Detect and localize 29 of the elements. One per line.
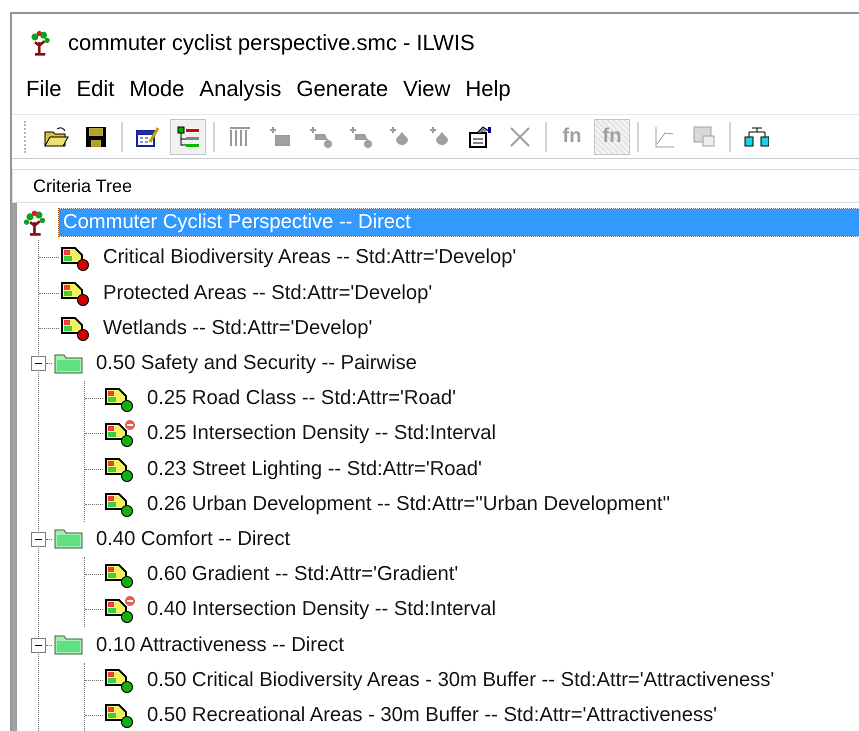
tree-item[interactable]: 0.50 Critical Biodiversity Areas - 30m Buffer -- Std:Attr='Attractiveness' — [143, 666, 778, 694]
menu-item[interactable]: Help — [463, 76, 524, 102]
menu-item[interactable]: Edit — [74, 76, 128, 102]
column-header: Criteria Tree — [12, 169, 859, 204]
menu-item[interactable]: Analysis — [197, 76, 294, 102]
tree-item[interactable]: 0.40 Comfort -- Direct — [92, 526, 294, 553]
collapse-button[interactable] — [31, 532, 46, 547]
tree-item[interactable]: 0.23 Street Lighting -- Std:Attr='Road' — [143, 456, 486, 483]
menu-item[interactable]: File — [24, 76, 74, 102]
tree-item[interactable]: 0.26 Urban Development -- Std:Attr=''Urban Development'' — [143, 490, 674, 518]
tree-view-icon — [175, 124, 201, 150]
menu-item[interactable]: Generate — [294, 76, 402, 102]
menu-item[interactable]: Mode — [127, 76, 198, 102]
tree-item[interactable]: 0.40 Intersection Density -- Std:Interval — [143, 596, 500, 624]
tree-item[interactable]: Wetlands -- Std:Attr='Develop' — [99, 314, 376, 342]
tree-item[interactable]: 0.60 Gradient -- Std:Attr='Gradient' — [143, 561, 462, 588]
collapse-button[interactable] — [31, 356, 46, 372]
tree-item[interactable]: 0.10 Attractiveness -- Direct — [92, 632, 348, 659]
collapse-button[interactable] — [31, 638, 46, 653]
tree-item[interactable]: 0.25 Intersection Density -- Std:Interval — [143, 420, 500, 448]
window-title: commuter cyclist perspective.smc - ILWIS — [68, 30, 475, 56]
tree-item[interactable]: 0.50 Recreational Areas - 30m Buffer -- Std:Attr='Attractiveness' — [143, 702, 722, 729]
properties-icon — [467, 124, 493, 150]
tree-item[interactable]: Critical Biodiversity Areas -- Std:Attr='Develop' — [99, 244, 520, 272]
menu-item[interactable]: View — [401, 76, 464, 102]
toolbar-button[interactable] — [170, 118, 206, 155]
tree-item[interactable]: Protected Areas -- Std:Attr='Develop' — [99, 280, 436, 307]
tree-item[interactable]: 0.25 Road Class -- Std:Attr='Road' — [143, 385, 460, 412]
tree-item[interactable]: 0.50 Safety and Security -- Pairwise — [92, 350, 421, 378]
